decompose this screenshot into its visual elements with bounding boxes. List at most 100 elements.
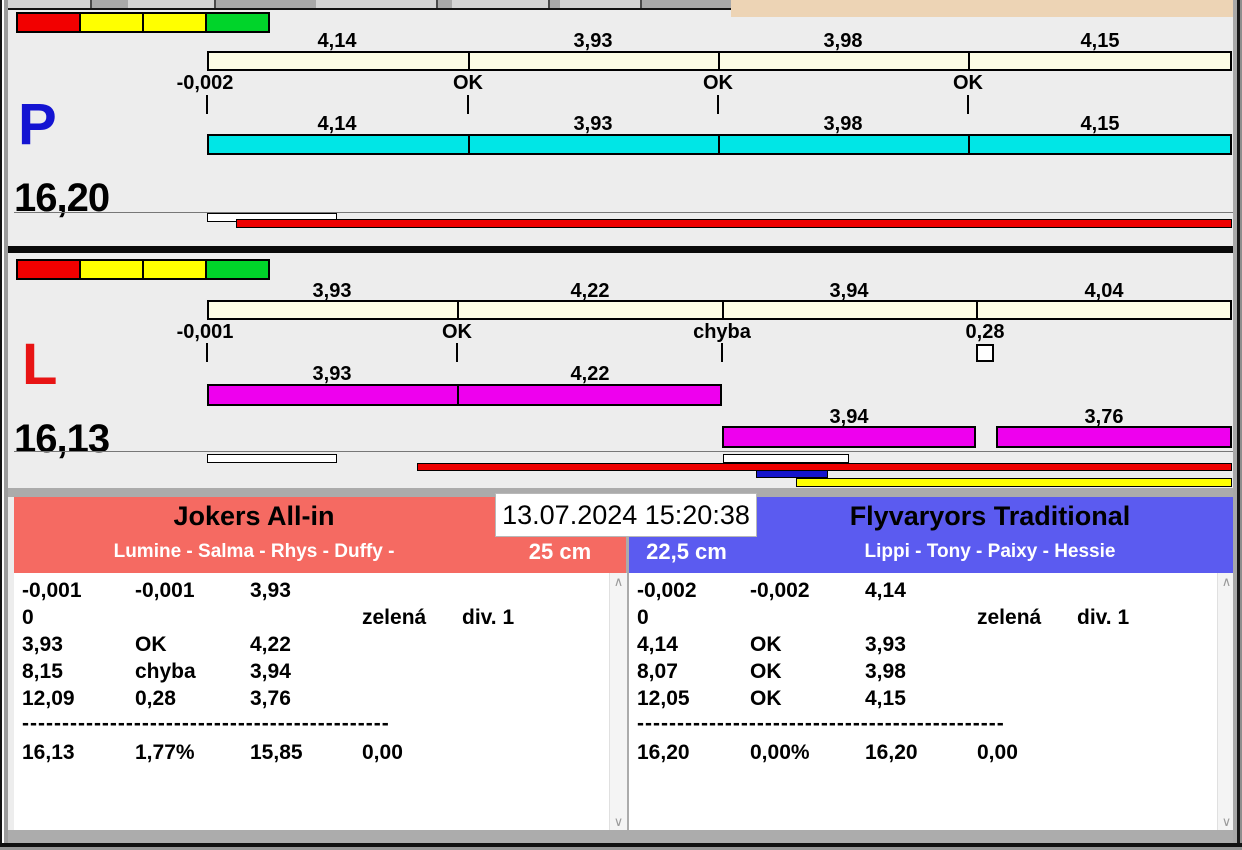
lane-l-actual-split: 3,76: [1084, 406, 1124, 428]
toolbar-fragment: [560, 0, 642, 8]
table-cell: div. 1: [462, 606, 515, 629]
toolbar-underline: [4, 8, 731, 10]
table-cell: 3,94: [250, 660, 291, 683]
right-results-panel: [629, 573, 1234, 830]
traffic-red-segment: [18, 14, 81, 31]
scroll-up-icon[interactable]: ∧: [610, 573, 627, 590]
toolbar-fragment: [128, 0, 216, 8]
scroll-down-icon[interactable]: ∨: [610, 813, 627, 830]
lane-p-label: P: [18, 92, 57, 157]
traffic-green-segment: [207, 14, 268, 31]
background-window-area: [731, 0, 1237, 17]
table-total-cell: 16,20: [865, 741, 918, 764]
table-cell: OK: [750, 687, 782, 710]
lane-l-white-marker-bar: [207, 454, 337, 463]
table-cell: 3,98: [865, 660, 906, 683]
left-team-name: Jokers All-in: [173, 501, 335, 531]
tick-mark: [967, 95, 969, 114]
bar-divider: [968, 51, 970, 71]
table-cell: zelená: [362, 606, 427, 629]
lane-p-actual-bar: [207, 134, 1232, 155]
lane-l-actual-split: 3,93: [312, 363, 352, 385]
lane-p-actual-split: 4,15: [1080, 113, 1120, 135]
lane-l-white-marker-bar-2: [723, 454, 849, 463]
table-cell: 4,22: [250, 633, 291, 656]
tick-mark: [721, 343, 723, 362]
lane-p-start-check: -0,002: [176, 72, 234, 94]
tick-mark: [456, 343, 458, 362]
right-team-members: Lippi - Tony - Paixy - Hessie: [864, 541, 1116, 562]
lane-p-plan-bar: [207, 51, 1232, 71]
progress-baseline: [14, 451, 1233, 452]
lane-p-planned-split: 4,14: [317, 30, 357, 52]
table-cell: 4,14: [865, 579, 906, 602]
table-cell: 0,28: [135, 687, 176, 710]
right-team-name: Flyvaryors Traditional: [849, 501, 1131, 531]
table-separator: ----------------------------------------…: [637, 712, 1005, 735]
bar-divider: [718, 134, 720, 155]
bar-divider: [457, 384, 459, 406]
lane-separator: [8, 246, 1234, 253]
toolbar-fragment: [8, 0, 92, 8]
bar-divider: [457, 300, 459, 320]
traffic-yellow-segment: [81, 14, 144, 31]
toolbar-fragment: [452, 0, 550, 8]
lane-l-actual-bar-second: [722, 426, 976, 448]
lane-p-planned-split: 3,93: [573, 30, 613, 52]
table-cell: div. 1: [1077, 606, 1130, 629]
lane-l-planned-split: 3,94: [829, 280, 869, 302]
table-cell: 8,07: [637, 660, 678, 683]
table-cell: 12,05: [637, 687, 690, 710]
table-cell: 8,15: [22, 660, 63, 683]
datetime-display: 13.07.2024 15:20:38: [495, 493, 757, 537]
table-total-cell: 15,85: [250, 741, 303, 764]
table-cell: 3,93: [865, 633, 906, 656]
lane-l-exchange-check: OK: [442, 321, 472, 343]
lane-l-start-check: -0,001: [176, 321, 234, 343]
lane-l-actual-split: 3,94: [829, 406, 869, 428]
table-separator: ----------------------------------------…: [22, 712, 390, 735]
window-border-left-gray: [4, 0, 8, 850]
window-bottom-gray: [8, 830, 1234, 843]
lane-p-traffic-light-bar: [16, 12, 270, 33]
right-team-distance: 22,5 cm: [646, 539, 727, 564]
bar-divider: [722, 300, 724, 320]
lane-p-actual-split: 3,98: [823, 113, 863, 135]
lane-l-blue-progress-bar: [756, 470, 828, 478]
table-cell: OK: [135, 633, 167, 656]
table-cell: 3,93: [22, 633, 63, 656]
lane-l-traffic-light-bar: [16, 259, 270, 280]
lane-l-total-time: 16,13: [14, 417, 110, 461]
lane-l-label: L: [22, 332, 58, 397]
table-cell: OK: [750, 633, 782, 656]
traffic-yellow-segment: [144, 261, 207, 278]
table-cell: -0,001: [22, 579, 82, 602]
lane-l-actual-bar-third: [996, 426, 1232, 448]
table-total-cell: 1,77%: [135, 741, 195, 764]
table-cell: 0: [637, 606, 649, 629]
table-cell: 4,15: [865, 687, 906, 710]
left-team-members: Lumine - Salma - Rhys - Duffy -: [113, 541, 395, 562]
left-table-scrollbar[interactable]: ∧ ∨: [609, 573, 627, 830]
lane-p-exchange-check: OK: [453, 72, 483, 94]
table-total-cell: 0,00: [977, 741, 1018, 764]
lane-p-red-progress-bar: [236, 219, 1232, 228]
table-cell: chyba: [135, 660, 196, 683]
tick-mark: [467, 95, 469, 114]
lane-l-yellow-progress-bar: [796, 478, 1232, 487]
penalty-checkbox[interactable]: [976, 344, 994, 362]
table-cell: 3,93: [250, 579, 291, 602]
table-total-cell: 16,13: [22, 741, 75, 764]
progress-baseline: [14, 212, 1233, 213]
table-total-cell: 0,00%: [750, 741, 810, 764]
table-cell: 12,09: [22, 687, 75, 710]
table-cell: zelená: [977, 606, 1042, 629]
lane-p-planned-split: 4,15: [1080, 30, 1120, 52]
left-results-panel: [14, 573, 626, 830]
tick-mark: [206, 95, 208, 114]
tick-mark: [206, 343, 208, 362]
lane-p-actual-split: 3,93: [573, 113, 613, 135]
lane-l-plan-bar: [207, 300, 1232, 320]
traffic-green-segment: [207, 261, 268, 278]
table-cell: OK: [750, 660, 782, 683]
